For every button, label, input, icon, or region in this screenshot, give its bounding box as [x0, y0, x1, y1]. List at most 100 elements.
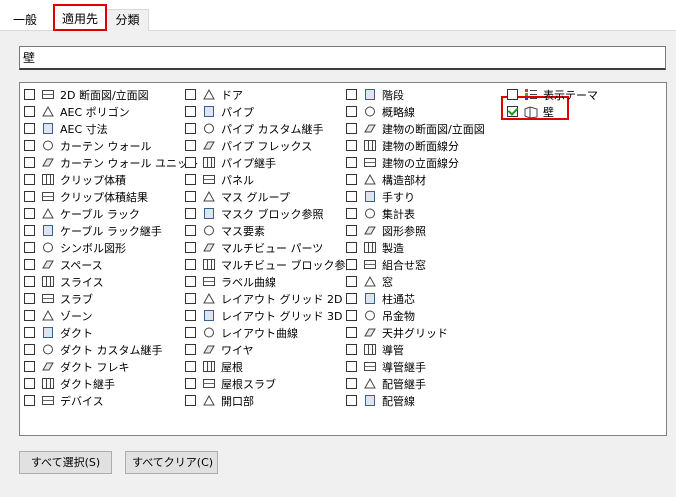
- list-item[interactable]: 製造: [346, 239, 404, 256]
- item-checkbox[interactable]: [24, 344, 35, 355]
- list-item[interactable]: 壁: [507, 103, 554, 120]
- list-item[interactable]: スラブ: [24, 290, 93, 307]
- list-item[interactable]: レイアウト グリッド 2D: [185, 290, 342, 307]
- search-input[interactable]: 壁: [19, 46, 666, 70]
- item-checkbox[interactable]: [185, 293, 196, 304]
- item-checkbox[interactable]: [185, 157, 196, 168]
- list-item[interactable]: 集計表: [346, 205, 415, 222]
- list-item[interactable]: パイプ カスタム継手: [185, 120, 324, 137]
- item-checkbox[interactable]: [346, 123, 357, 134]
- item-checkbox[interactable]: [24, 276, 35, 287]
- list-item[interactable]: カーテン ウォール: [24, 137, 152, 154]
- item-checkbox[interactable]: [185, 140, 196, 151]
- list-item[interactable]: 吊金物: [346, 307, 415, 324]
- item-checkbox[interactable]: [346, 191, 357, 202]
- item-checkbox[interactable]: [507, 106, 518, 117]
- item-checkbox[interactable]: [346, 225, 357, 236]
- item-checkbox[interactable]: [185, 344, 196, 355]
- list-item[interactable]: ゾーン: [24, 307, 92, 324]
- list-item[interactable]: レイアウト曲線: [185, 324, 298, 341]
- item-checkbox[interactable]: [185, 225, 196, 236]
- list-item[interactable]: レイアウト グリッド 3D: [185, 307, 342, 324]
- item-checkbox[interactable]: [346, 361, 357, 372]
- item-checkbox[interactable]: [24, 259, 35, 270]
- item-checkbox[interactable]: [24, 106, 35, 117]
- list-item[interactable]: 導管継手: [346, 358, 426, 375]
- list-item[interactable]: ダクト カスタム継手: [24, 341, 163, 358]
- item-checkbox[interactable]: [185, 174, 196, 185]
- list-item[interactable]: デバイス: [24, 392, 104, 409]
- list-item[interactable]: AEC ポリゴン: [24, 103, 130, 120]
- list-item[interactable]: ラベル曲線: [185, 273, 276, 290]
- list-item[interactable]: 屋根: [185, 358, 243, 375]
- item-checkbox[interactable]: [346, 310, 357, 321]
- item-checkbox[interactable]: [24, 208, 35, 219]
- item-checkbox[interactable]: [346, 378, 357, 389]
- item-checkbox[interactable]: [346, 395, 357, 406]
- list-item[interactable]: マルチビュー パーツ: [185, 239, 323, 256]
- list-item[interactable]: マスク ブロック参照: [185, 205, 324, 222]
- list-item[interactable]: ワイヤ: [185, 341, 254, 358]
- item-checkbox[interactable]: [346, 276, 357, 287]
- item-checkbox[interactable]: [185, 242, 196, 253]
- list-item[interactable]: 配管継手: [346, 375, 426, 392]
- item-checkbox[interactable]: [24, 361, 35, 372]
- list-item[interactable]: ケーブル ラック: [24, 205, 140, 222]
- list-item[interactable]: 手すり: [346, 188, 415, 205]
- list-item[interactable]: 天井グリッド: [346, 324, 448, 341]
- item-checkbox[interactable]: [24, 123, 35, 134]
- list-item[interactable]: 図形参照: [346, 222, 426, 239]
- item-checkbox[interactable]: [185, 208, 196, 219]
- item-checkbox[interactable]: [185, 310, 196, 321]
- list-item[interactable]: 配管線: [346, 392, 415, 409]
- item-checkbox[interactable]: [507, 89, 518, 100]
- list-item[interactable]: 開口部: [185, 392, 254, 409]
- list-item[interactable]: パイプ: [185, 103, 254, 120]
- item-checkbox[interactable]: [24, 191, 35, 202]
- tab-classification[interactable]: 分類: [106, 9, 149, 31]
- item-checkbox[interactable]: [346, 89, 357, 100]
- item-checkbox[interactable]: [185, 106, 196, 117]
- list-item[interactable]: シンボル図形: [24, 239, 126, 256]
- list-item[interactable]: マス要素: [185, 222, 265, 239]
- list-item[interactable]: 概略線: [346, 103, 415, 120]
- list-item[interactable]: 表示テーマ: [507, 86, 598, 103]
- list-item[interactable]: ダクト フレキ: [24, 358, 130, 375]
- item-checkbox[interactable]: [185, 327, 196, 338]
- item-checkbox[interactable]: [185, 191, 196, 202]
- item-checkbox[interactable]: [24, 310, 35, 321]
- item-checkbox[interactable]: [346, 242, 357, 253]
- item-checkbox[interactable]: [185, 378, 196, 389]
- list-item[interactable]: AEC 寸法: [24, 120, 108, 137]
- list-item[interactable]: ドア: [185, 86, 243, 103]
- item-checkbox[interactable]: [24, 174, 35, 185]
- item-checkbox[interactable]: [185, 361, 196, 372]
- list-item[interactable]: パイプ フレックス: [185, 137, 312, 154]
- list-item[interactable]: 建物の断面図/立面図: [346, 120, 485, 137]
- item-checkbox[interactable]: [346, 106, 357, 117]
- list-item[interactable]: 屋根スラブ: [185, 375, 276, 392]
- item-checkbox[interactable]: [185, 123, 196, 134]
- item-checkbox[interactable]: [346, 208, 357, 219]
- list-item[interactable]: スペース: [24, 256, 103, 273]
- item-checkbox[interactable]: [185, 276, 196, 287]
- list-item[interactable]: 窓: [346, 273, 393, 290]
- item-checkbox[interactable]: [346, 140, 357, 151]
- list-item[interactable]: ダクト継手: [24, 375, 115, 392]
- list-item[interactable]: 建物の立面線分: [346, 154, 459, 171]
- list-item[interactable]: スライス: [24, 273, 104, 290]
- item-checkbox[interactable]: [346, 259, 357, 270]
- item-checkbox[interactable]: [346, 344, 357, 355]
- item-checkbox[interactable]: [24, 327, 35, 338]
- list-item[interactable]: 建物の断面線分: [346, 137, 459, 154]
- item-checkbox[interactable]: [185, 395, 196, 406]
- item-checkbox[interactable]: [185, 259, 196, 270]
- item-checkbox[interactable]: [24, 157, 35, 168]
- list-item[interactable]: 柱通芯: [346, 290, 415, 307]
- list-item[interactable]: マス グループ: [185, 188, 290, 205]
- list-item[interactable]: パネル: [185, 171, 254, 188]
- tab-apply-to[interactable]: 適用先: [53, 4, 107, 31]
- item-checkbox[interactable]: [346, 293, 357, 304]
- item-checkbox[interactable]: [346, 157, 357, 168]
- list-item[interactable]: 2D 断面図/立面図: [24, 86, 149, 103]
